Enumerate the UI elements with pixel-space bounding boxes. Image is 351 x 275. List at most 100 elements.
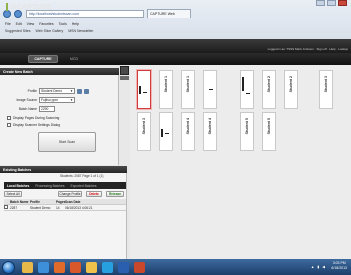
page-thumbnail[interactable]: Student 3: [319, 70, 333, 109]
row-checkbox[interactable]: [4, 205, 8, 209]
display-pages-option[interactable]: Display Pages During Scanning: [7, 116, 59, 120]
pages-cell: 14: [56, 205, 60, 210]
firefox-icon[interactable]: [70, 262, 81, 273]
tab-capture[interactable]: CAPTURE: [28, 55, 58, 63]
thumbnail-label: Student 5: [245, 118, 249, 135]
column-header[interactable]: Batch Name: [10, 200, 30, 204]
scanner-settings-option[interactable]: Display Scanner Settings Dialog: [7, 123, 60, 127]
logo-mark-icon: [6, 3, 8, 11]
separator-mark-icon: [143, 92, 147, 93]
page-thumbnail[interactable]: Student 4: [181, 112, 195, 151]
batch-name-input[interactable]: 2290: [39, 106, 55, 112]
tab-exported-batches[interactable]: Exported Batches: [71, 184, 97, 188]
separator-mark-icon: [165, 133, 169, 134]
collapse-handle-icon[interactable]: [120, 66, 129, 75]
barcode-mark-icon: [242, 77, 244, 91]
start-button[interactable]: [2, 261, 15, 274]
select-all-button[interactable]: Select All: [4, 191, 22, 197]
settings-icon[interactable]: [77, 88, 82, 94]
thumbnail-label: Student 3: [142, 118, 146, 135]
minimize-button[interactable]: [316, 0, 325, 6]
start-scan-button[interactable]: Start Scan: [38, 132, 96, 152]
browser-tab[interactable]: CAPTURE Web: [147, 9, 191, 18]
menu-edit[interactable]: Edit: [16, 22, 22, 26]
system-tray: ▲ ▮ ◀: [311, 265, 325, 269]
separator-mark-icon: [246, 93, 250, 94]
thumbnail-label: Student 4: [208, 118, 212, 135]
profile-row: Profile Student Demo ▼: [9, 88, 89, 94]
thumbnail-label: Student 4: [186, 118, 190, 135]
batch-name-label: Batch Name: [18, 107, 37, 111]
page-thumbnail[interactable]: Student 2: [284, 70, 298, 109]
display-pages-checkbox[interactable]: [7, 116, 11, 120]
tray-arrow-icon[interactable]: ▲: [311, 265, 314, 269]
favorite-item[interactable]: Suggested Sites: [5, 29, 31, 33]
menu-tools[interactable]: Tools: [59, 22, 67, 26]
page-thumbnail[interactable]: Student 1: [159, 70, 173, 109]
existing-batches-heading: Existing Batches: [0, 166, 127, 173]
column-header[interactable]: Scan Date: [65, 200, 105, 204]
profile-value: Student Demo: [41, 89, 63, 93]
page-thumbnail[interactable]: Student 3: [137, 112, 151, 151]
skype-icon[interactable]: [102, 262, 113, 273]
favorite-item[interactable]: MSN Newsletter: [68, 29, 93, 33]
change-profile-button[interactable]: Change Profile: [58, 191, 82, 197]
panel-scroll-handle[interactable]: [120, 76, 129, 80]
column-header[interactable]: Pages: [56, 200, 65, 204]
page-thumbnail[interactable]: Student 4: [203, 112, 217, 151]
page-thumbnail[interactable]: Student 2: [262, 70, 276, 109]
display-pages-label: Display Pages During Scanning: [13, 116, 60, 120]
page-thumbnail[interactable]: [137, 70, 151, 109]
powerpoint-icon[interactable]: [134, 262, 145, 273]
maximize-button[interactable]: [327, 0, 336, 6]
column-header[interactable]: Profile: [30, 200, 56, 204]
thumbnail-label: Student 2: [267, 76, 271, 93]
media-player-icon[interactable]: [54, 262, 65, 273]
thumbnail-label: Student 1: [186, 76, 190, 93]
menu-view[interactable]: View: [27, 22, 35, 26]
scan-date-cell: 06/18/2013 4:06:21: [65, 205, 93, 210]
menu-favorites[interactable]: Favorites: [39, 22, 53, 26]
page-thumbnail[interactable]: Student 1: [181, 70, 195, 109]
release-button[interactable]: Release: [106, 191, 124, 197]
separator-mark-icon: [209, 89, 213, 90]
tab-local-batches[interactable]: Local Batches: [7, 184, 29, 188]
close-button[interactable]: [338, 0, 347, 6]
menu-file[interactable]: File: [5, 22, 11, 26]
refresh-icon[interactable]: [84, 88, 89, 94]
folder-icon[interactable]: [86, 262, 97, 273]
explorer-icon[interactable]: [22, 262, 33, 273]
page-thumbnail[interactable]: [203, 70, 217, 109]
network-icon[interactable]: ▮: [317, 265, 319, 269]
window-controls: [316, 0, 347, 6]
tab-processing-batches[interactable]: Processing Batches: [35, 184, 64, 188]
taskbar: [0, 259, 351, 275]
barcode-mark-icon: [161, 129, 163, 137]
create-batch-heading: Create New Batch: [0, 68, 119, 75]
batch-subtabs: Local Batches Processing Batches Exporte…: [4, 182, 126, 189]
profile-cell: Student Demo: [30, 205, 51, 210]
delete-button[interactable]: Delete: [86, 191, 102, 197]
word-icon[interactable]: [118, 262, 129, 273]
image-source-select[interactable]: Fujitsu ppm ▼: [39, 97, 75, 103]
page-thumbnail[interactable]: Student 5: [262, 112, 276, 151]
volume-icon[interactable]: ◀: [322, 265, 325, 269]
ie-icon[interactable]: [38, 262, 49, 273]
menu-help[interactable]: Help: [72, 22, 79, 26]
favorites-bar: Suggested Sites Web Slice Gallery MSN Ne…: [5, 29, 94, 33]
batch-name-row: Batch Name 2290: [9, 106, 55, 112]
profile-select[interactable]: Student Demo ▼: [39, 88, 75, 94]
page-thumbnail[interactable]: [159, 112, 173, 151]
batches-table: Batch Name Profile Pages Scan Date 2287 …: [4, 199, 126, 211]
user-info[interactable]: Logged in as: TSSS Mark Johnson · Sign o…: [268, 47, 348, 51]
page-thumbnail[interactable]: Student 5: [240, 112, 254, 151]
favorite-item[interactable]: Web Slice Gallery: [36, 29, 64, 33]
table-row[interactable]: 2287 Student Demo 14 06/18/2013 4:06:21: [4, 205, 126, 211]
page-thumbnail[interactable]: [240, 70, 254, 109]
taskbar-clock[interactable]: 3:03 PM 6/18/2013: [331, 261, 347, 271]
barcode-mark-icon: [139, 86, 141, 94]
logo-text: inCAPTURE: [10, 3, 52, 11]
chevron-down-icon: ▼: [70, 89, 73, 93]
tab-mcd[interactable]: MCD: [62, 55, 86, 63]
scanner-settings-checkbox[interactable]: [7, 123, 11, 127]
